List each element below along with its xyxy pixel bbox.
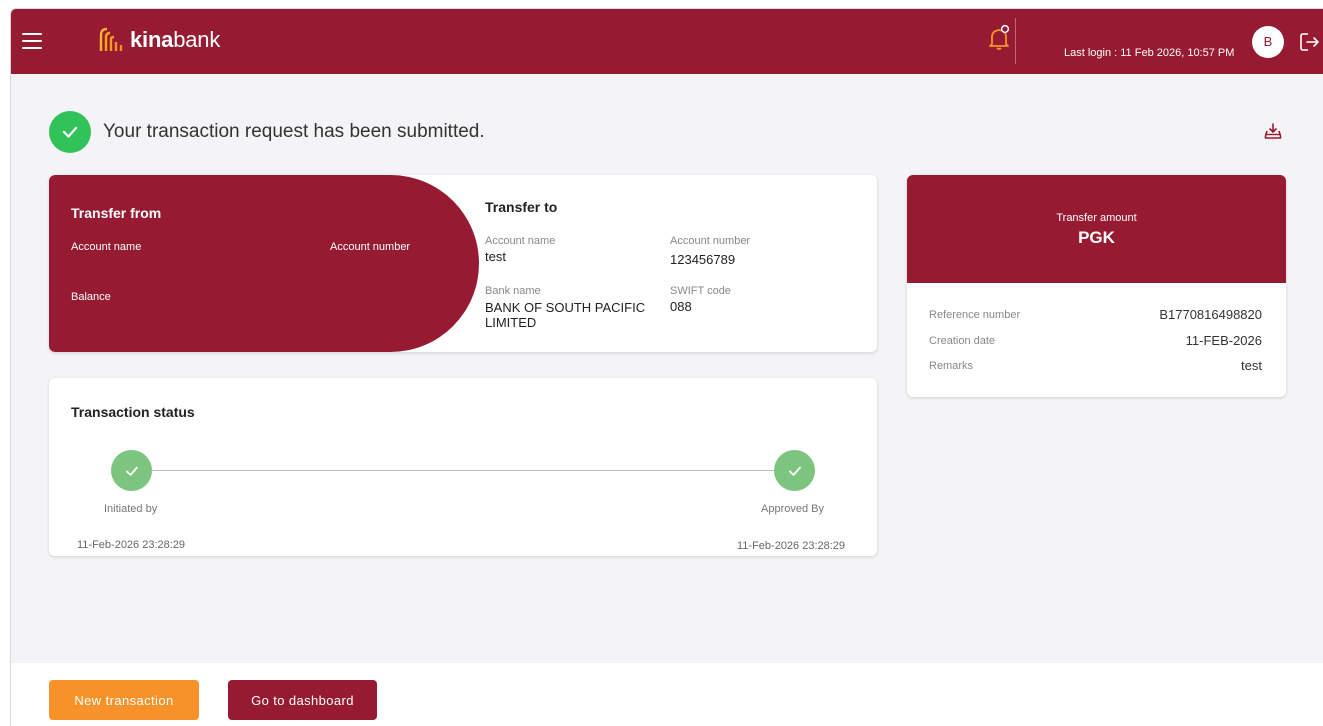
top-bar: kinabank Last login : 11 Feb 2026, 10:57… bbox=[11, 9, 1323, 74]
transfer-amount-header: Transfer amount PGK bbox=[907, 175, 1286, 283]
check-circle-icon bbox=[49, 111, 91, 153]
swift-code-value: 088 bbox=[670, 299, 692, 314]
transfer-details-card: Transfer from Account name Account numbe… bbox=[49, 175, 877, 352]
remarks-value: test bbox=[1241, 358, 1262, 373]
transaction-status-card: Transaction status Initiated by Approved… bbox=[49, 378, 877, 556]
app-frame: kinabank Last login : 11 Feb 2026, 10:57… bbox=[10, 8, 1323, 726]
status-track-line bbox=[152, 470, 792, 471]
reference-number-label: Reference number bbox=[929, 309, 1021, 321]
from-account-number-label: Account number bbox=[330, 241, 411, 253]
transaction-status-title: Transaction status bbox=[71, 404, 195, 420]
approved-by-label: Approved By bbox=[761, 503, 824, 515]
bell-icon[interactable] bbox=[987, 24, 1011, 52]
transfer-amount-currency: PGK bbox=[1078, 228, 1115, 247]
go-to-dashboard-button[interactable]: Go to dashboard bbox=[228, 680, 377, 720]
success-banner: Your transaction request has been submit… bbox=[49, 111, 485, 153]
remarks-label: Remarks bbox=[929, 360, 974, 372]
to-account-number-value: 123456789 bbox=[670, 252, 736, 267]
bank-name-line1: BANK OF SOUTH PACIFIC bbox=[485, 300, 646, 315]
from-balance-label: Balance bbox=[71, 291, 111, 303]
success-message: Your transaction request has been submit… bbox=[103, 121, 485, 142]
creation-date-value: 11-FEB-2026 bbox=[1185, 333, 1262, 348]
initiated-date: 11-Feb-2026 23:28:29 bbox=[77, 539, 186, 551]
creation-date-label: Creation date bbox=[929, 335, 996, 347]
transfer-amount-label: Transfer amount bbox=[1056, 212, 1137, 224]
menu-icon[interactable] bbox=[22, 33, 42, 49]
transfer-to-title: Transfer to bbox=[485, 199, 558, 215]
approved-check-icon bbox=[774, 450, 815, 491]
avatar[interactable]: B bbox=[1252, 26, 1284, 58]
bank-name-line2: LIMITED bbox=[485, 315, 537, 330]
transfer-from-title: Transfer from bbox=[71, 205, 162, 221]
to-account-name-label: Account name bbox=[485, 235, 556, 247]
logo-text: kinabank bbox=[130, 27, 221, 52]
header-divider bbox=[1015, 18, 1016, 64]
last-login-text: Last login : 11 Feb 2026, 10:57 PM bbox=[1064, 47, 1235, 59]
logout-icon[interactable] bbox=[1299, 32, 1321, 52]
reference-number-value: B1770816498820 bbox=[1159, 307, 1262, 322]
from-account-name-label: Account name bbox=[71, 241, 142, 253]
logo-icon bbox=[99, 27, 123, 51]
transfer-amount-card: Transfer amount PGK Reference number B17… bbox=[907, 175, 1286, 397]
to-account-number-label: Account number bbox=[670, 235, 751, 247]
bank-name-label: Bank name bbox=[485, 285, 541, 297]
download-icon[interactable] bbox=[1264, 122, 1282, 140]
transfer-from-panel: Transfer from Account name Account numbe… bbox=[49, 175, 479, 352]
to-account-name-value: test bbox=[485, 249, 506, 264]
initiated-by-label: Initiated by bbox=[104, 503, 158, 515]
approved-date: 11-Feb-2026 23:28:29 bbox=[737, 540, 846, 552]
initiated-check-icon bbox=[111, 450, 152, 491]
new-transaction-button[interactable]: New transaction bbox=[49, 680, 199, 720]
kinabank-logo[interactable]: kinabank bbox=[98, 27, 220, 53]
swift-code-label: SWIFT code bbox=[670, 285, 731, 297]
footer-bar: New transaction Go to dashboard bbox=[11, 663, 1323, 726]
